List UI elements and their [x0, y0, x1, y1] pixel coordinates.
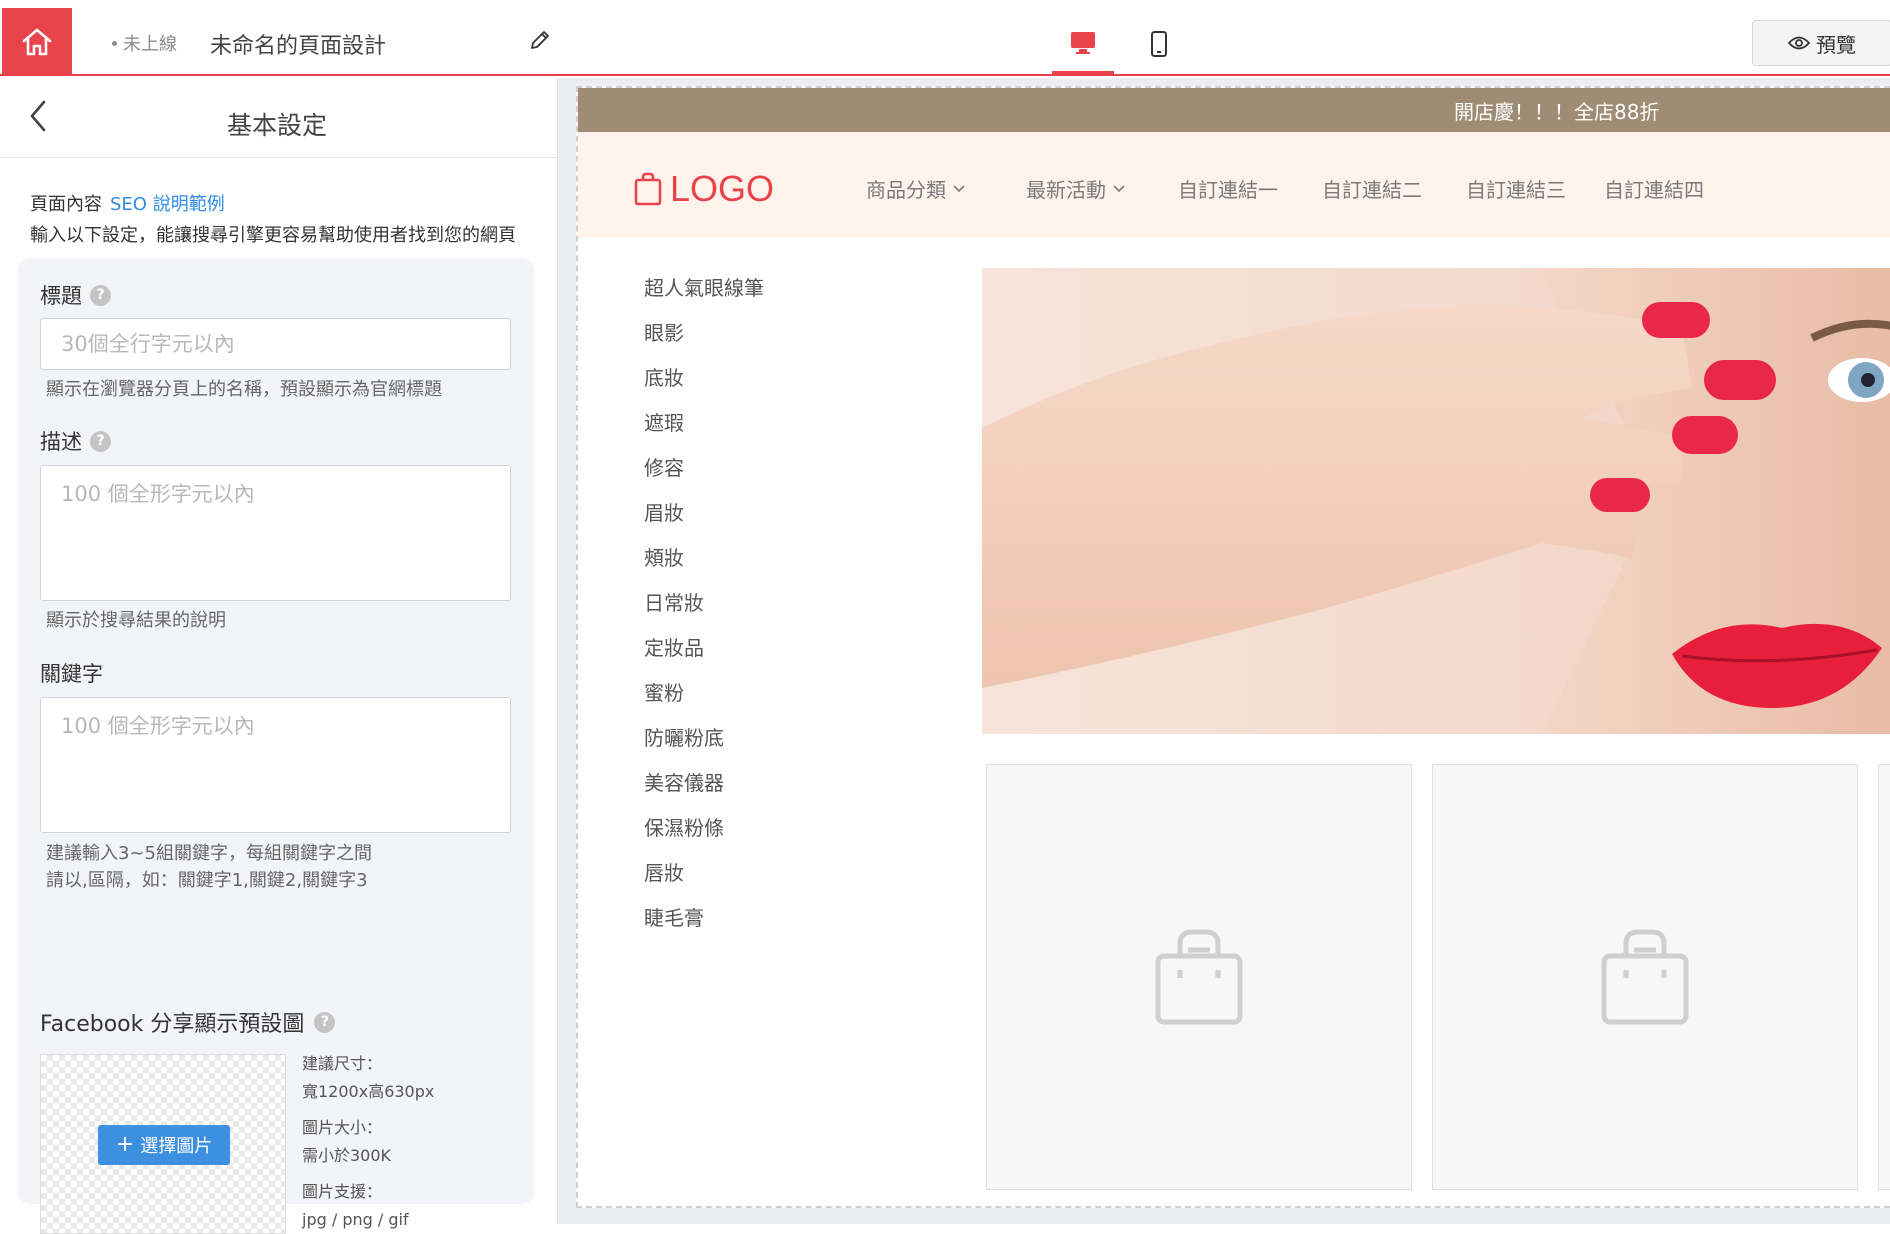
nav-item-latest-events[interactable]: 最新活動: [1026, 174, 1126, 203]
category-link[interactable]: 定妝品: [644, 632, 704, 661]
page-name[interactable]: 未命名的頁面設計: [210, 28, 386, 60]
seo-heading: 頁面內容 SEO 說明範例: [30, 190, 225, 216]
category-link[interactable]: 睫毛膏: [644, 902, 704, 931]
panel-header: 基本設定: [0, 78, 558, 158]
top-toolbar: 未上線 未命名的頁面設計 預覽: [0, 0, 1890, 76]
category-link[interactable]: 遮瑕: [644, 407, 684, 436]
category-link[interactable]: 蜜粉: [644, 677, 684, 706]
product-card-placeholder[interactable]: [1878, 764, 1890, 1190]
keyword-hint-line2: 請以,區隔，如：關鍵字1,關鍵2,關鍵字3: [46, 870, 368, 891]
shopping-bag-icon: [1601, 929, 1689, 1025]
desktop-icon: [1071, 32, 1095, 54]
shopping-bag-icon: [634, 172, 662, 206]
pencil-icon[interactable]: [528, 28, 552, 52]
category-link[interactable]: 美容儀器: [644, 767, 724, 796]
home-icon: [22, 28, 52, 56]
nav-label: 自訂連結一: [1178, 178, 1278, 202]
product-card-placeholder[interactable]: [1432, 764, 1858, 1190]
logo-text: LOGO: [670, 168, 775, 209]
nav-label: 自訂連結四: [1604, 178, 1704, 202]
title-label-text: 標題: [40, 284, 82, 308]
announcement-text: 開店慶！！！全店88折: [1454, 99, 1660, 124]
category-link[interactable]: 日常妝: [644, 587, 704, 616]
format-spec-value: jpg / png / gif: [302, 1210, 409, 1229]
title-label: 標題 ?: [40, 280, 111, 310]
product-card-placeholder[interactable]: [986, 764, 1412, 1190]
site-logo[interactable]: LOGO: [634, 168, 774, 210]
nav-item-custom-link-2[interactable]: 自訂連結二: [1322, 174, 1422, 203]
keyword-hint-line1: 建議輸入3~5組關鍵字，每組關鍵字之間: [46, 843, 372, 864]
category-link[interactable]: 修容: [644, 452, 684, 481]
filesize-spec-label: 圖片大小：: [302, 1118, 383, 1137]
description-label-text: 描述: [40, 430, 82, 454]
chevron-down-icon: [953, 184, 965, 192]
category-link[interactable]: 保濕粉條: [644, 812, 724, 841]
help-icon[interactable]: ?: [90, 284, 111, 306]
site-header[interactable]: LOGO 商品分類 最新活動 自訂連結一 自訂連結二 自訂連結三 自訂連結四: [578, 132, 1890, 238]
status-dot-icon: [112, 40, 117, 46]
nav-item-custom-link-1[interactable]: 自訂連結一: [1178, 174, 1278, 203]
choose-image-label: 選擇圖片: [140, 1136, 213, 1157]
facebook-label-text: Facebook 分享顯示預設圖: [40, 1012, 305, 1037]
category-link[interactable]: 眼影: [644, 317, 684, 346]
category-link[interactable]: 底妝: [644, 362, 684, 391]
status-text: 未上線: [123, 34, 177, 55]
size-spec-label: 建議尺寸：: [302, 1054, 383, 1073]
nav-label: 自訂連結三: [1466, 178, 1566, 202]
nav-item-custom-link-4[interactable]: 自訂連結四: [1604, 174, 1704, 203]
seo-description: 輸入以下設定，能讓搜尋引擎更容易幫助使用者找到您的網頁: [30, 225, 516, 246]
page-preview-canvas[interactable]: 開店慶！！！全店88折 LOGO 商品分類 最新活動 自訂連結一 自訂連結二 自…: [576, 86, 1890, 1208]
seo-example-link[interactable]: SEO 說明範例: [110, 194, 225, 215]
home-button[interactable]: [2, 8, 72, 76]
keyword-label: 關鍵字: [40, 658, 103, 688]
nav-label: 最新活動: [1026, 178, 1106, 202]
announcement-bar[interactable]: 開店慶！！！全店88折: [578, 88, 1890, 132]
category-link[interactable]: 唇妝: [644, 857, 684, 886]
facebook-image-label: Facebook 分享顯示預設圖 ?: [40, 1006, 336, 1038]
category-link[interactable]: 頰妝: [644, 542, 684, 571]
image-upload-area[interactable]: + 選擇圖片: [40, 1054, 286, 1234]
mobile-view-button[interactable]: [1128, 20, 1190, 74]
seo-prefix: 頁面內容: [30, 194, 102, 215]
hero-banner-image[interactable]: [982, 268, 1890, 734]
format-spec-label: 圖片支援：: [302, 1182, 383, 1201]
size-spec-value: 寬1200x高630px: [302, 1082, 435, 1101]
eye-icon: [1788, 36, 1810, 50]
nav-item-product-category[interactable]: 商品分類: [866, 174, 966, 203]
filesize-spec-value: 需小於300K: [302, 1146, 392, 1165]
mobile-icon: [1151, 31, 1167, 57]
keyword-label-text: 關鍵字: [40, 662, 103, 686]
settings-panel: 基本設定 頁面內容 SEO 說明範例 輸入以下設定，能讓搜尋引擎更容易幫助使用者找…: [0, 78, 558, 1234]
help-icon[interactable]: ?: [90, 430, 111, 452]
shopping-bag-icon: [1155, 929, 1243, 1025]
desktop-view-button[interactable]: [1052, 20, 1114, 74]
title-hint: 顯示在瀏覽器分頁上的名稱，預設顯示為官網標題: [46, 379, 442, 400]
description-hint: 顯示於搜尋結果的說明: [46, 610, 226, 631]
chevron-down-icon: [1113, 184, 1125, 192]
seo-form-card: 標題 ? 顯示在瀏覽器分頁上的名稱，預設顯示為官網標題 描述 ? 顯示於搜尋結果…: [18, 258, 534, 1234]
category-link[interactable]: 防曬粉底: [644, 722, 724, 751]
preview-button[interactable]: 預覽: [1752, 20, 1890, 66]
help-icon[interactable]: ?: [314, 1011, 336, 1033]
nav-label: 自訂連結二: [1322, 178, 1422, 202]
plus-icon: +: [115, 1132, 135, 1157]
nav-label: 商品分類: [866, 178, 946, 202]
choose-image-button[interactable]: + 選擇圖片: [98, 1125, 230, 1165]
keyword-textarea[interactable]: [40, 697, 511, 833]
publish-status: 未上線: [112, 30, 177, 56]
preview-label: 預覽: [1816, 32, 1856, 57]
title-input[interactable]: [40, 318, 511, 370]
category-link[interactable]: 超人氣眼線筆: [644, 272, 764, 301]
category-link[interactable]: 眉妝: [644, 497, 684, 526]
panel-title: 基本設定: [226, 111, 327, 140]
description-textarea[interactable]: [40, 465, 511, 601]
nav-item-custom-link-3[interactable]: 自訂連結三: [1466, 174, 1566, 203]
description-label: 描述 ?: [40, 426, 111, 456]
